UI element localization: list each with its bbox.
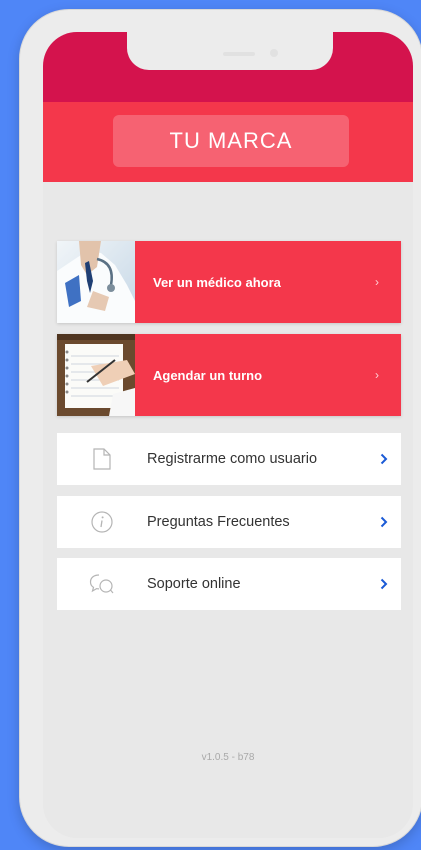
see-doctor-now-button[interactable]: Ver un médico ahora › bbox=[57, 241, 401, 323]
online-support-item[interactable]: Soporte online bbox=[57, 558, 401, 610]
schedule-appointment-label: Agendar un turno bbox=[153, 367, 263, 383]
front-camera bbox=[270, 49, 278, 57]
register-user-label: Registrarme como usuario bbox=[147, 451, 318, 467]
app-screen: TU MARCA Ver un médico ahora › Agendar u… bbox=[43, 32, 413, 838]
info-icon bbox=[57, 511, 147, 533]
chevron-right-icon bbox=[367, 578, 401, 590]
app-header: TU MARCA bbox=[43, 102, 413, 182]
notebook-writing-photo bbox=[57, 334, 135, 416]
faq-item[interactable]: Preguntas Frecuentes bbox=[57, 496, 401, 548]
speaker-grille bbox=[223, 52, 255, 56]
chevron-right-icon bbox=[367, 453, 401, 465]
phone-frame: TU MARCA Ver un médico ahora › Agendar u… bbox=[19, 9, 421, 847]
phone-notch bbox=[127, 32, 333, 70]
schedule-appointment-button[interactable]: Agendar un turno › bbox=[57, 334, 401, 416]
document-icon bbox=[57, 448, 147, 470]
chevron-right-icon: › bbox=[375, 368, 379, 382]
chevron-right-icon: › bbox=[375, 275, 379, 289]
chat-bubbles-icon bbox=[57, 573, 147, 595]
status-bar bbox=[43, 32, 413, 102]
doctor-photo bbox=[57, 241, 135, 323]
register-user-item[interactable]: Registrarme como usuario bbox=[57, 433, 401, 485]
app-version: v1.0.5 - b78 bbox=[201, 752, 255, 763]
chevron-right-icon bbox=[367, 516, 401, 528]
online-support-label: Soporte online bbox=[147, 576, 241, 592]
see-doctor-now-label: Ver un médico ahora bbox=[153, 274, 281, 290]
brand-logo: TU MARCA bbox=[113, 115, 349, 167]
faq-label: Preguntas Frecuentes bbox=[147, 514, 290, 530]
